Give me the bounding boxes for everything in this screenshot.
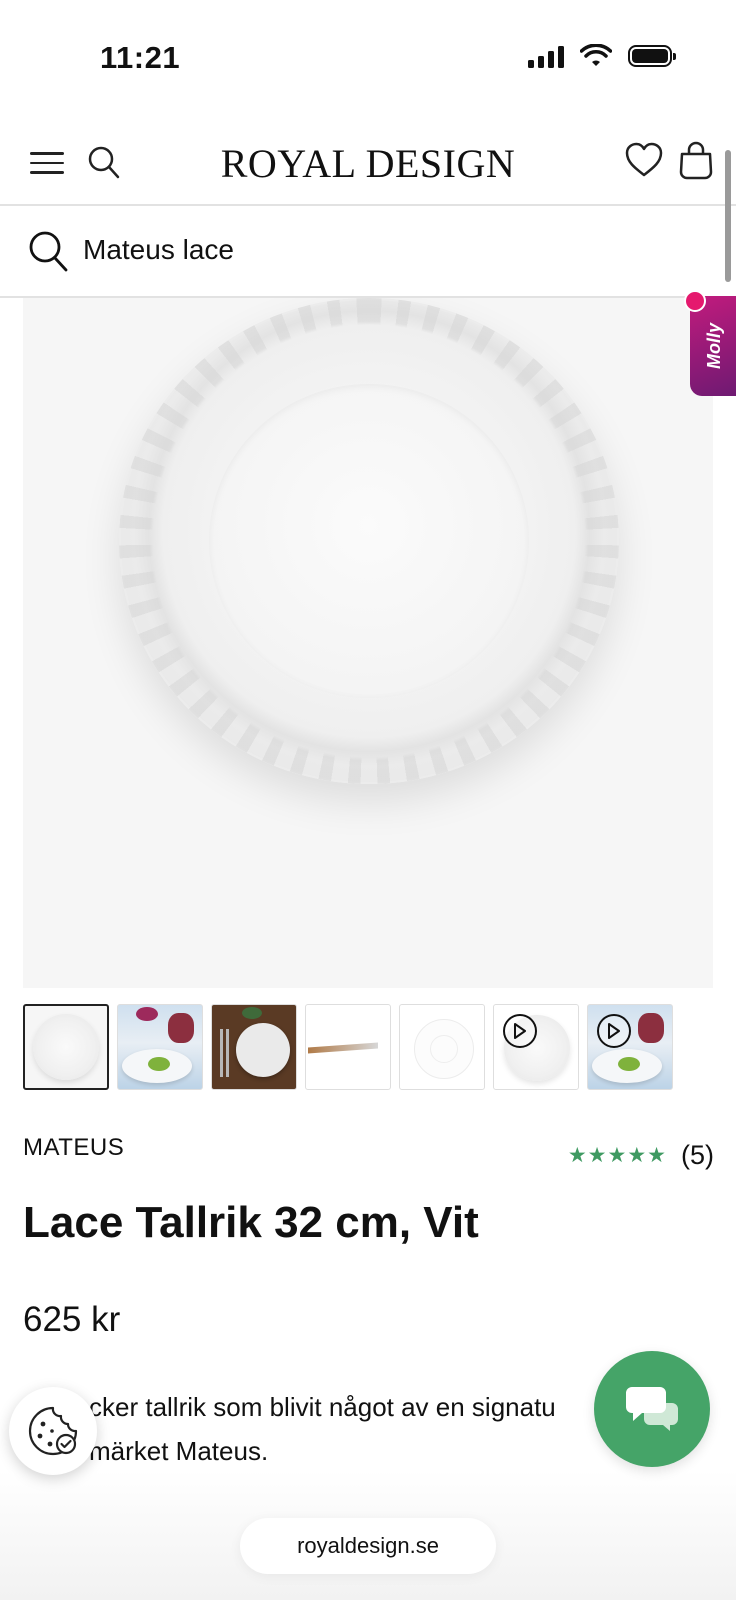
review-count: (5) xyxy=(681,1140,714,1170)
cookie-icon xyxy=(28,1406,78,1456)
molly-label: Molly xyxy=(703,322,724,369)
search-bar[interactable]: Mateus lace xyxy=(0,206,736,298)
product-brand[interactable]: MATEUS xyxy=(23,1134,124,1162)
thumb-lifestyle-table[interactable] xyxy=(117,1004,203,1090)
search-field-icon xyxy=(29,231,68,272)
status-icons xyxy=(528,44,676,68)
site-header: ROYAL DESIGN xyxy=(0,126,736,206)
browser-url-bar[interactable]: royaldesign.se xyxy=(240,1518,496,1574)
thumb-lifestyle-dark[interactable] xyxy=(211,1004,297,1090)
wifi-icon xyxy=(580,44,612,66)
status-time: 11:21 xyxy=(100,40,181,75)
search-query[interactable]: Mateus lace xyxy=(83,234,234,266)
chat-button[interactable] xyxy=(594,1351,710,1467)
thumb-plate-light[interactable] xyxy=(399,1004,485,1090)
thumb-video-plate[interactable] xyxy=(493,1004,579,1090)
thumb-video-lifestyle[interactable] xyxy=(587,1004,673,1090)
plate-center xyxy=(209,384,529,698)
battery-icon xyxy=(628,45,676,67)
shopping-bag-icon[interactable] xyxy=(678,140,714,180)
thumb-plate-front[interactable] xyxy=(23,1004,109,1090)
wishlist-heart-icon[interactable] xyxy=(625,142,663,178)
product-rating[interactable]: ★★★★★ (5) xyxy=(568,1140,714,1171)
chat-bubbles-icon xyxy=(626,1387,678,1431)
product-title: Lace Tallrik 32 cm, Vit xyxy=(23,1198,479,1247)
product-main-image[interactable] xyxy=(23,298,713,988)
description-line-1: cker tallrik som blivit något av en sign… xyxy=(89,1392,556,1422)
description-line-2: märket Mateus. xyxy=(89,1436,269,1466)
rating-stars: ★★★★★ xyxy=(567,1144,667,1167)
plate-image xyxy=(119,298,619,784)
molly-notification-dot xyxy=(684,290,706,312)
cookie-settings-button[interactable] xyxy=(9,1387,97,1475)
thumb-plate-side[interactable] xyxy=(305,1004,391,1090)
product-price: 625 kr xyxy=(23,1300,121,1339)
thumbnail-strip xyxy=(23,1004,673,1090)
cellular-signal-icon xyxy=(528,44,564,68)
play-icon xyxy=(597,1014,631,1048)
play-icon xyxy=(503,1014,537,1048)
product-description: cker tallrik som blivit något av en sign… xyxy=(23,1385,663,1473)
